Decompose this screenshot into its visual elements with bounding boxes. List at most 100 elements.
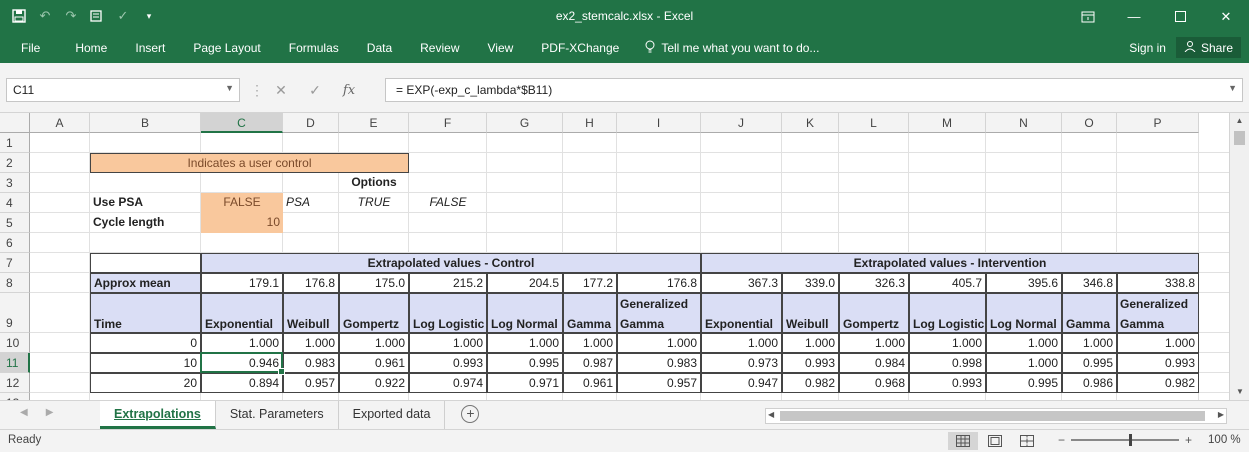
survival-control-value[interactable]: 1.000 — [617, 333, 701, 353]
column-header-j[interactable]: J — [701, 113, 782, 133]
sign-in-link[interactable]: Sign in — [1129, 41, 1166, 55]
survival-intervention-value[interactable]: 0.995 — [986, 373, 1062, 393]
row-header-11[interactable]: 11 — [0, 353, 30, 373]
approx-mean-control[interactable]: 215.2 — [409, 273, 487, 293]
options-label[interactable]: Options — [339, 173, 409, 193]
survival-intervention-value[interactable]: 0.968 — [839, 373, 909, 393]
survival-intervention-value[interactable]: 0.973 — [701, 353, 782, 373]
tab-data[interactable]: Data — [353, 33, 406, 63]
zoom-slider[interactable] — [1071, 434, 1180, 446]
survival-control-value[interactable]: 0.993 — [409, 353, 487, 373]
cycle-length-input[interactable]: 10 — [201, 213, 283, 233]
scroll-thumb[interactable] — [780, 411, 1205, 421]
row-header-3[interactable]: 3 — [0, 173, 30, 193]
survival-intervention-value[interactable]: 0.984 — [839, 353, 909, 373]
survival-control-value[interactable]: 1.000 — [283, 333, 339, 353]
false-option[interactable]: FALSE — [409, 193, 487, 213]
time-label[interactable]: Time — [90, 293, 201, 333]
tab-formulas[interactable]: Formulas — [275, 33, 353, 63]
row-header-2[interactable]: 2 — [0, 153, 30, 173]
normal-view-icon[interactable] — [948, 432, 978, 450]
prev-sheet-icon[interactable]: ◀ — [20, 407, 28, 418]
approx-mean-control[interactable]: 176.8 — [283, 273, 339, 293]
distribution-header-control[interactable]: Log Logistic — [409, 293, 487, 333]
distribution-header-intervention[interactable]: Gompertz — [839, 293, 909, 333]
approx-mean-intervention[interactable]: 346.8 — [1062, 273, 1117, 293]
survival-control-value[interactable]: 0.983 — [283, 353, 339, 373]
survival-control-value[interactable]: 1.000 — [563, 333, 617, 353]
survival-intervention-value[interactable]: 1.000 — [986, 333, 1062, 353]
survival-intervention-value[interactable]: 0.993 — [909, 373, 986, 393]
use-psa-input[interactable]: FALSE — [201, 193, 283, 213]
approx-mean-intervention[interactable]: 326.3 — [839, 273, 909, 293]
horizontal-scrollbar[interactable]: ◀ ▶ — [765, 408, 1227, 424]
tab-page-layout[interactable]: Page Layout — [179, 33, 274, 63]
row-header-9[interactable]: 9 — [0, 293, 30, 333]
distribution-header-intervention[interactable]: Weibull — [782, 293, 839, 333]
row-header-6[interactable]: 6 — [0, 233, 30, 253]
zoom-in-icon[interactable]: + — [1185, 433, 1192, 447]
add-sheet-icon[interactable]: + — [461, 405, 480, 423]
psa-option[interactable]: PSA — [283, 193, 339, 213]
zoom-level[interactable]: 100 % — [1208, 434, 1241, 446]
survival-control-value[interactable]: 1.000 — [487, 333, 563, 353]
ribbon-display-icon[interactable] — [1065, 0, 1111, 33]
sheet-tab-stat-parameters[interactable]: Stat. Parameters — [216, 401, 339, 429]
approx-mean-control[interactable]: 177.2 — [563, 273, 617, 293]
tell-me-box[interactable]: Tell me what you want to do... — [633, 40, 819, 57]
distribution-header-control[interactable]: Gompertz — [339, 293, 409, 333]
row-header-13[interactable]: 13 — [0, 393, 30, 400]
chevron-down-icon[interactable]: ▼ — [225, 83, 234, 93]
row-header-4[interactable]: 4 — [0, 193, 30, 213]
survival-control-value[interactable]: 1.000 — [409, 333, 487, 353]
tab-pdf-xchange[interactable]: PDF-XChange — [527, 33, 633, 63]
tab-file[interactable]: File — [0, 33, 61, 63]
survival-intervention-value[interactable]: 0.982 — [1117, 373, 1199, 393]
column-header-b[interactable]: B — [90, 113, 201, 133]
survival-intervention-value[interactable]: 0.982 — [782, 373, 839, 393]
distribution-header-control[interactable]: Gamma — [563, 293, 617, 333]
name-box[interactable]: C11 ▼ — [6, 78, 240, 102]
survival-control-value[interactable]: 0.983 — [617, 353, 701, 373]
column-header-h[interactable]: H — [563, 113, 617, 133]
survival-control-value[interactable]: 0.957 — [283, 373, 339, 393]
vertical-scroll-thumb[interactable] — [1234, 131, 1245, 145]
survival-intervention-value[interactable]: 1.000 — [1117, 333, 1199, 353]
distribution-header-control[interactable]: Log Normal — [487, 293, 563, 333]
enter-icon[interactable]: ✓ — [298, 82, 332, 99]
distribution-header-control[interactable]: Exponential — [201, 293, 283, 333]
sheet-tab-extrapolations[interactable]: Extrapolations — [100, 401, 216, 429]
distribution-header-intervention[interactable]: Gamma — [1062, 293, 1117, 333]
survival-control-value[interactable]: 1.000 — [201, 333, 283, 353]
tab-view[interactable]: View — [474, 33, 528, 63]
worksheet-grid[interactable]: ABCDEFGHIJKLMNOP12345678910111213Indicat… — [0, 113, 1249, 400]
column-header-f[interactable]: F — [409, 113, 487, 133]
page-break-view-icon[interactable] — [1012, 432, 1042, 450]
survival-intervention-value[interactable]: 0.995 — [1062, 353, 1117, 373]
column-header-o[interactable]: O — [1062, 113, 1117, 133]
approx-mean-control[interactable]: 179.1 — [201, 273, 283, 293]
distribution-header-control[interactable]: Generalized Gamma — [617, 293, 701, 333]
approx-mean-control[interactable]: 176.8 — [617, 273, 701, 293]
approx-mean-intervention[interactable]: 405.7 — [909, 273, 986, 293]
survival-control-value[interactable]: 0.922 — [339, 373, 409, 393]
sheet-tab-exported-data[interactable]: Exported data — [339, 401, 446, 429]
survival-control-value[interactable]: 0.974 — [409, 373, 487, 393]
approx-mean-intervention[interactable]: 339.0 — [782, 273, 839, 293]
time-value[interactable]: 20 — [90, 373, 201, 393]
share-button[interactable]: Share — [1175, 37, 1241, 58]
next-sheet-icon[interactable]: ▶ — [46, 407, 54, 418]
approx-mean-control[interactable]: 175.0 — [339, 273, 409, 293]
row-header-12[interactable]: 12 — [0, 373, 30, 393]
survival-intervention-value[interactable]: 0.947 — [701, 373, 782, 393]
survival-control-value[interactable]: 0.961 — [339, 353, 409, 373]
survival-intervention-value[interactable]: 0.986 — [1062, 373, 1117, 393]
tab-review[interactable]: Review — [406, 33, 473, 63]
column-header-l[interactable]: L — [839, 113, 909, 133]
scroll-right-icon[interactable]: ▶ — [1218, 410, 1224, 419]
minimize-icon[interactable]: — — [1111, 0, 1157, 33]
zoom-out-icon[interactable]: − — [1058, 433, 1065, 447]
page-layout-view-icon[interactable] — [980, 432, 1010, 450]
maximize-icon[interactable] — [1157, 0, 1203, 33]
column-header-d[interactable]: D — [283, 113, 339, 133]
